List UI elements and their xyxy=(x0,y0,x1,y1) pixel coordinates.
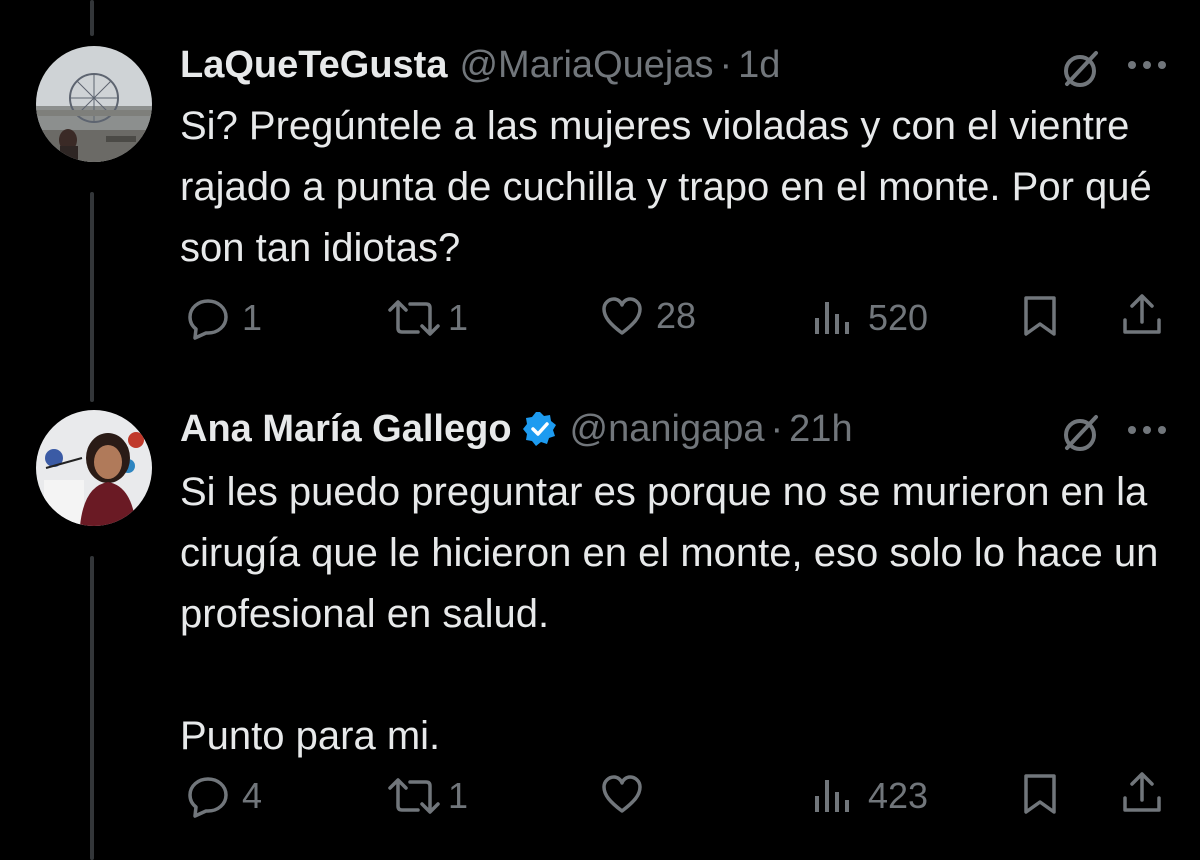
repost-button[interactable]: 1 xyxy=(384,296,468,340)
tweet-header: Ana María Gallego @nanigapa · 21h xyxy=(180,405,853,453)
heart-icon xyxy=(602,297,642,335)
share-button[interactable] xyxy=(1120,770,1164,816)
tweet-text: Si? Pregúntele a las mujeres violadas y … xyxy=(180,104,1152,270)
reply-icon xyxy=(188,777,228,818)
bookmark-icon xyxy=(1024,774,1056,814)
views-button[interactable]: 423 xyxy=(812,774,928,818)
avatar-image xyxy=(36,46,152,162)
user-handle[interactable]: @MariaQuejas xyxy=(459,44,713,87)
tweet-header: LaQueTeGusta @MariaQuejas · 1d xyxy=(180,41,780,89)
repost-count: 1 xyxy=(448,775,469,816)
tweet-maria[interactable]: LaQueTeGusta @MariaQuejas · 1d Si? Pregú… xyxy=(0,0,1200,380)
avatar[interactable] xyxy=(36,46,152,162)
reply-count: 4 xyxy=(242,775,263,816)
repost-count: 1 xyxy=(448,297,469,338)
reply-button[interactable]: 4 xyxy=(186,774,262,818)
views-count: 423 xyxy=(868,775,929,816)
separator-dot: · xyxy=(719,43,733,86)
bookmark-button[interactable] xyxy=(1020,294,1060,338)
share-icon xyxy=(1123,294,1161,334)
grok-icon[interactable] xyxy=(1058,46,1104,92)
bookmark-icon xyxy=(1024,296,1056,336)
verified-badge-icon xyxy=(522,412,556,446)
views-icon xyxy=(815,302,849,334)
like-button[interactable] xyxy=(600,772,656,816)
reply-icon xyxy=(188,299,228,340)
reply-count: 1 xyxy=(242,297,263,338)
share-button[interactable] xyxy=(1120,292,1164,338)
avatar-image xyxy=(36,410,152,526)
reply-button[interactable]: 1 xyxy=(186,296,262,340)
views-button[interactable]: 520 xyxy=(812,296,928,340)
display-name[interactable]: Ana María Gallego xyxy=(180,408,512,451)
views-icon xyxy=(815,780,849,812)
repost-button[interactable]: 1 xyxy=(384,774,468,818)
user-handle[interactable]: @nanigapa xyxy=(570,408,765,451)
timestamp[interactable]: 21h xyxy=(789,408,852,451)
repost-icon xyxy=(388,778,440,814)
timestamp[interactable]: 1d xyxy=(738,44,780,87)
repost-icon xyxy=(388,300,440,336)
tweet-text: Si les puedo preguntar es porque no se m… xyxy=(180,470,1159,758)
like-button[interactable]: 28 xyxy=(600,294,696,338)
more-icon[interactable] xyxy=(1126,424,1168,436)
grok-icon[interactable] xyxy=(1058,410,1104,456)
more-icon[interactable] xyxy=(1126,59,1168,71)
heart-icon xyxy=(602,775,642,813)
display-name[interactable]: LaQueTeGusta xyxy=(180,44,447,87)
separator-dot: · xyxy=(770,407,784,450)
share-icon xyxy=(1123,772,1161,812)
avatar[interactable] xyxy=(36,410,152,526)
like-count: 28 xyxy=(656,295,697,336)
bookmark-button[interactable] xyxy=(1020,772,1060,816)
tweet-ana[interactable]: Ana María Gallego @nanigapa · 21h Si les… xyxy=(0,380,1200,860)
views-count: 520 xyxy=(868,297,929,338)
